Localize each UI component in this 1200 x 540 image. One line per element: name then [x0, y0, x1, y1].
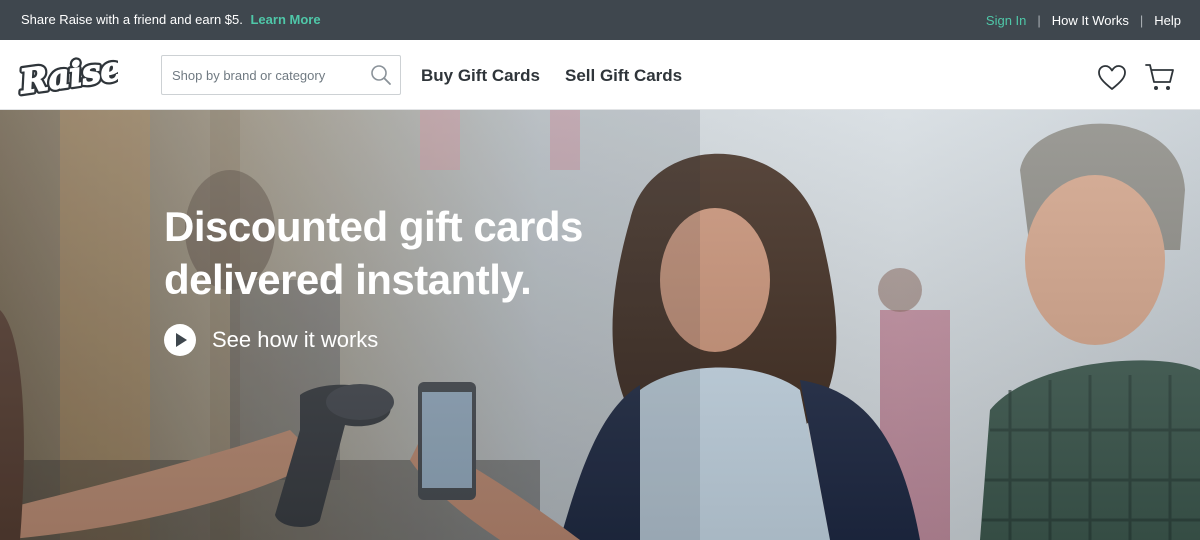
search-input[interactable]	[162, 56, 362, 94]
promo-message: Share Raise with a friend and earn $5. L…	[21, 12, 321, 27]
hero-headline: Discounted gift cards delivered instantl…	[164, 200, 583, 306]
promo-bar: Share Raise with a friend and earn $5. L…	[0, 0, 1200, 40]
search-icon[interactable]	[370, 64, 392, 86]
see-how-it-works-label[interactable]: See how it works	[212, 327, 378, 353]
sell-gift-cards-link[interactable]: Sell Gift Cards	[565, 66, 682, 86]
play-icon[interactable]	[164, 324, 196, 356]
cart-icon[interactable]	[1145, 62, 1175, 92]
hero-banner: Discounted gift cards delivered instantl…	[0, 110, 1200, 540]
sign-in-link[interactable]: Sign In	[986, 13, 1026, 28]
heart-icon[interactable]	[1098, 65, 1126, 91]
help-link[interactable]: Help	[1154, 13, 1181, 28]
learn-more-link[interactable]: Learn More	[250, 12, 320, 27]
svg-text:Raise: Raise	[17, 52, 118, 98]
account-links: Sign In | How It Works | Help	[986, 13, 1181, 28]
see-how-it-works-button[interactable]: See how it works	[164, 324, 378, 356]
headline-line-2: delivered instantly.	[164, 256, 532, 303]
raise-logo[interactable]: Raise Raise	[14, 45, 127, 104]
site-header: Raise Raise Buy Gift Cards Sell Gift Car…	[0, 40, 1200, 110]
search-box	[161, 55, 401, 95]
separator: |	[1139, 13, 1144, 28]
promo-text: Share Raise with a friend and earn $5.	[21, 12, 243, 27]
buy-gift-cards-link[interactable]: Buy Gift Cards	[421, 66, 540, 86]
headline-line-1: Discounted gift cards	[164, 203, 583, 250]
how-it-works-link[interactable]: How It Works	[1052, 13, 1129, 28]
separator: |	[1037, 13, 1041, 28]
